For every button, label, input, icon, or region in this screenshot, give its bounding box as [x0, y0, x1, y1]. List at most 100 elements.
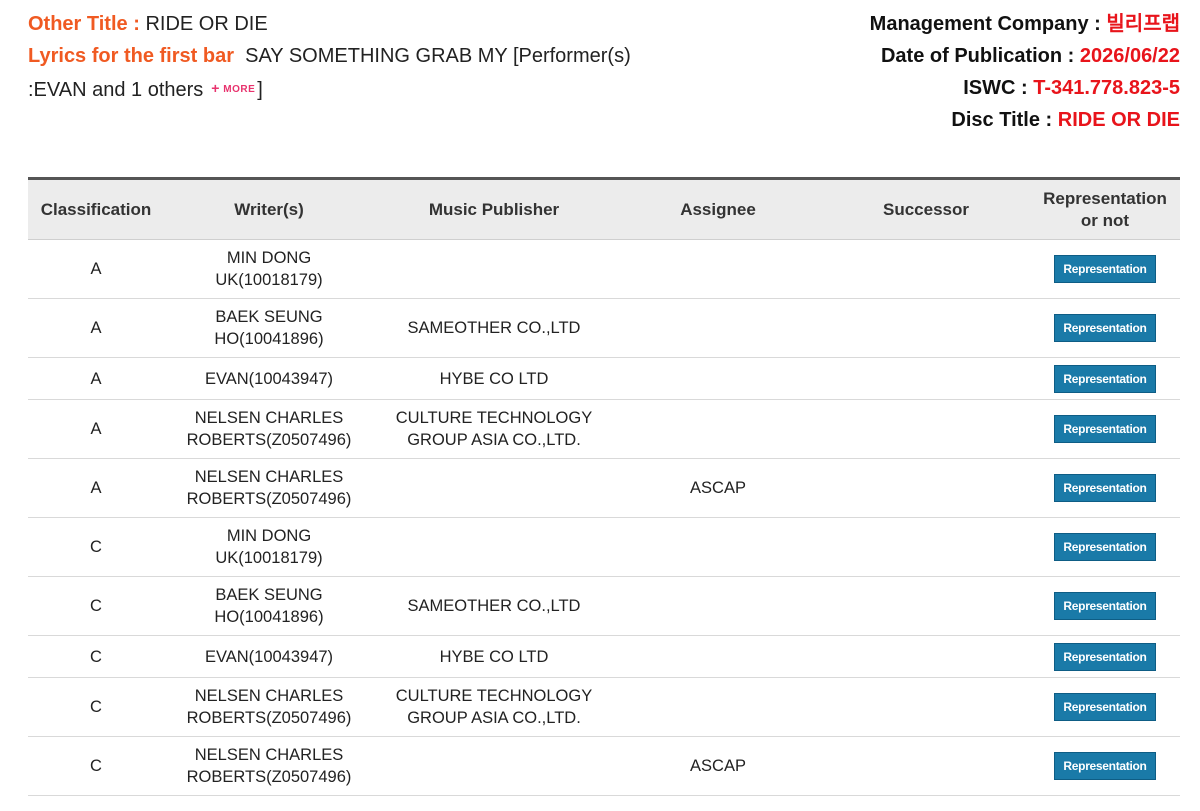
publisher-name: SAMEOTHER CO.,LTD	[407, 597, 581, 615]
publisher-cell: CULTURE TECHNOLOGY GROUP ASIA CO.,LTD.	[374, 399, 614, 459]
publication-date-label: Date of Publication :	[880, 45, 1075, 67]
successor-cell	[822, 357, 1030, 400]
representation-button[interactable]: Representation	[1054, 533, 1156, 561]
writer-name: EVAN(10043947)	[204, 647, 334, 666]
publisher-cell	[374, 517, 614, 577]
plus-icon: +	[211, 80, 220, 96]
table-row: A NELSEN CHARLES ROBERTS(Z0507496) ASCAP …	[28, 458, 1180, 518]
writer-name: NELSEN CHARLES	[194, 468, 344, 486]
successor-cell	[822, 298, 1030, 358]
song-info: Other Title : RIDE OR DIE Lyrics for the…	[28, 8, 748, 109]
performers-close: ]	[257, 78, 263, 101]
representation-button[interactable]: Representation	[1054, 592, 1156, 620]
header-classification: Classification	[28, 178, 164, 240]
representation-button[interactable]: Representation	[1054, 752, 1156, 780]
classification-cell: A	[28, 357, 164, 400]
representation-button[interactable]: Representation	[1054, 642, 1156, 671]
writer-cell: MIN DONG UK(10018179)	[164, 239, 374, 299]
writer-code: UK(10018179)	[215, 271, 323, 289]
writer-name: MIN DONG	[226, 249, 312, 267]
classification-cell: A	[28, 239, 164, 299]
iswc-label: ISWC :	[963, 77, 1028, 99]
header-music-publisher: Music Publisher	[374, 178, 614, 240]
representation-cell: Representation	[1030, 736, 1180, 796]
writer-name: BAEK SEUNG	[215, 586, 323, 604]
disc-title-line: Disc Title : RIDE OR DIE	[870, 104, 1180, 136]
publisher-name-cont: GROUP ASIA CO.,LTD.	[407, 709, 581, 727]
writer-name: EVAN(10043947)	[204, 369, 334, 388]
representation-cell: Representation	[1030, 239, 1180, 299]
assignee-cell	[614, 517, 822, 577]
representation-button[interactable]: Representation	[1054, 314, 1156, 342]
writer-cell: BAEK SEUNG HO(10041896)	[164, 298, 374, 358]
writer-cell: NELSEN CHARLES ROBERTS(Z0507496)	[164, 736, 374, 796]
representation-cell: Representation	[1030, 458, 1180, 518]
representation-cell: Representation	[1030, 635, 1180, 678]
table-row: C EVAN(10043947) HYBE CO LTD Representat…	[28, 635, 1180, 678]
representation-button[interactable]: Representation	[1054, 693, 1156, 721]
assignee-cell	[614, 239, 822, 299]
successor-cell	[822, 239, 1030, 299]
successor-cell	[822, 458, 1030, 518]
more-button[interactable]: + MORE	[211, 72, 255, 106]
representation-cell: Representation	[1030, 357, 1180, 400]
lyrics-label: Lyrics for the first bar	[28, 45, 234, 67]
iswc-line: ISWC : T-341.778.823-5	[870, 72, 1180, 104]
writer-code: ROBERTS(Z0507496)	[186, 709, 352, 727]
writer-code: ROBERTS(Z0507496)	[186, 431, 352, 449]
table-row: A NELSEN CHARLES ROBERTS(Z0507496) CULTUR…	[28, 399, 1180, 459]
writer-code: UK(10018179)	[215, 549, 323, 567]
assignee-cell: ASCAP	[614, 458, 822, 518]
writer-name: BAEK SEUNG	[215, 308, 323, 326]
assignee-cell	[614, 399, 822, 459]
writer-cell: MIN DONG UK(10018179)	[164, 517, 374, 577]
classification-cell: C	[28, 677, 164, 737]
header-representation: Representation or not	[1030, 178, 1180, 240]
representation-cell: Representation	[1030, 298, 1180, 358]
lyrics-value: SAY SOMETHING GRAB MY [Performer(s)	[245, 45, 631, 67]
writer-cell: NELSEN CHARLES ROBERTS(Z0507496)	[164, 677, 374, 737]
performers-line: :EVAN and 1 others + MORE]	[28, 72, 748, 109]
table-row: C MIN DONG UK(10018179) Representation	[28, 517, 1180, 577]
table-row: C NELSEN CHARLES ROBERTS(Z0507496) ASCAP …	[28, 736, 1180, 796]
disc-title-label: Disc Title :	[951, 109, 1053, 131]
writer-name: NELSEN CHARLES	[194, 687, 344, 705]
assignee-cell	[614, 298, 822, 358]
writer-code: ROBERTS(Z0507496)	[186, 768, 352, 786]
classification-cell: A	[28, 399, 164, 459]
assignee-cell	[614, 677, 822, 737]
lyrics-line: Lyrics for the first bar SAY SOMETHING G…	[28, 40, 748, 72]
rights-table: Classification Writer(s) Music Publisher…	[28, 177, 1180, 796]
writer-cell: EVAN(10043947)	[164, 635, 374, 678]
publisher-cell: SAMEOTHER CO.,LTD	[374, 576, 614, 636]
representation-button[interactable]: Representation	[1054, 255, 1156, 283]
representation-cell: Representation	[1030, 517, 1180, 577]
publisher-cell	[374, 736, 614, 796]
header-writers: Writer(s)	[164, 178, 374, 240]
classification-cell: C	[28, 736, 164, 796]
representation-cell: Representation	[1030, 399, 1180, 459]
table-row: A MIN DONG UK(10018179) Representation	[28, 239, 1180, 299]
writer-name: NELSEN CHARLES	[194, 409, 344, 427]
publication-date-line: Date of Publication : 2026/06/22	[870, 40, 1180, 72]
representation-button[interactable]: Representation	[1054, 415, 1156, 443]
representation-cell: Representation	[1030, 677, 1180, 737]
assignee-cell	[614, 357, 822, 400]
publisher-name: CULTURE TECHNOLOGY	[395, 409, 593, 427]
publication-date-value: 2026/06/22	[1079, 45, 1180, 67]
publisher-cell: HYBE CO LTD	[374, 357, 614, 400]
rights-table-container: Classification Writer(s) Music Publisher…	[28, 177, 1180, 796]
representation-button[interactable]: Representation	[1054, 364, 1156, 393]
successor-cell	[822, 635, 1030, 678]
representation-button[interactable]: Representation	[1054, 474, 1156, 502]
classification-cell: C	[28, 635, 164, 678]
table-row: A EVAN(10043947) HYBE CO LTD Representat…	[28, 357, 1180, 400]
successor-cell	[822, 736, 1030, 796]
other-title-value: RIDE OR DIE	[145, 13, 268, 35]
publisher-cell: CULTURE TECHNOLOGY GROUP ASIA CO.,LTD.	[374, 677, 614, 737]
writer-cell: NELSEN CHARLES ROBERTS(Z0507496)	[164, 399, 374, 459]
table-row: C NELSEN CHARLES ROBERTS(Z0507496) CULTUR…	[28, 677, 1180, 737]
other-title-label: Other Title :	[28, 13, 140, 35]
publisher-name-cont: GROUP ASIA CO.,LTD.	[407, 431, 581, 449]
classification-cell: C	[28, 517, 164, 577]
